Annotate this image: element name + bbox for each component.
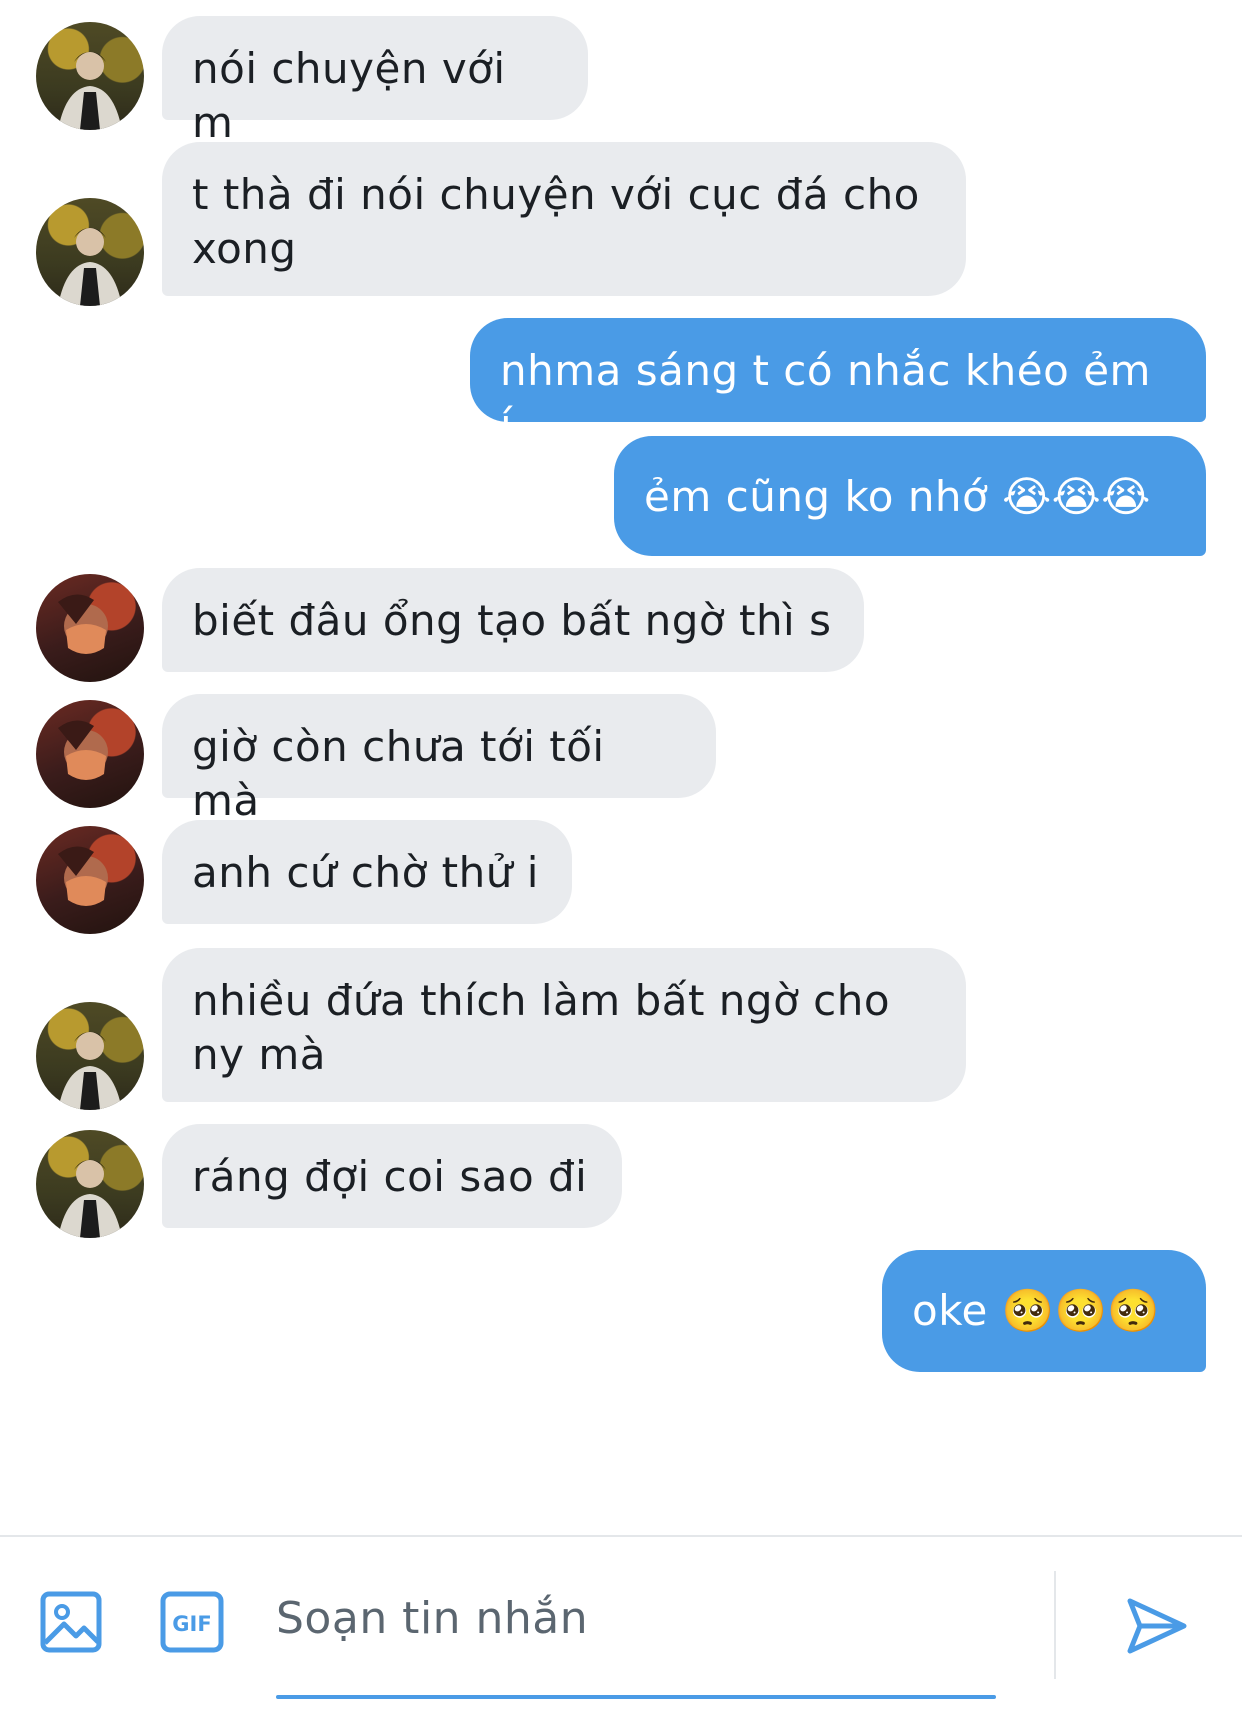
message-text: oke 🥺🥺🥺 xyxy=(912,1286,1161,1335)
message-text: nhiều đứa thích làm bất ngờ cho ny mà xyxy=(192,976,891,1079)
avatar[interactable] xyxy=(36,574,144,682)
message-text: giờ còn chưa tới tối mà xyxy=(192,722,605,825)
send-icon[interactable] xyxy=(1126,1595,1188,1657)
message-composer: GIF Soạn tin nhắn xyxy=(0,1535,1242,1713)
message-bubble[interactable]: nhiều đứa thích làm bất ngờ cho ny mà xyxy=(162,948,966,1102)
image-icon[interactable] xyxy=(40,1591,102,1653)
message-bubble[interactable]: anh cứ chờ thử i xyxy=(162,820,572,924)
message-bubble[interactable]: ẻm cũng ko nhớ 😭😭😭 xyxy=(614,436,1206,556)
message-bubble[interactable]: t thà đi nói chuyện với cục đá cho xong xyxy=(162,142,966,296)
message-text: ráng đợi coi sao đi xyxy=(192,1152,588,1201)
avatar[interactable] xyxy=(36,198,144,306)
avatar[interactable] xyxy=(36,1130,144,1238)
message-input[interactable]: Soạn tin nhắn xyxy=(276,1593,588,1644)
message-text: ẻm cũng ko nhớ 😭😭😭 xyxy=(644,472,1151,521)
message-bubble[interactable]: giờ còn chưa tới tối mà xyxy=(162,694,716,825)
message-text: anh cứ chờ thử i xyxy=(192,848,539,897)
message-bubble[interactable]: ráng đợi coi sao đi xyxy=(162,1124,622,1228)
avatar[interactable] xyxy=(36,1002,144,1110)
message-bubble[interactable]: biết đâu ổng tạo bất ngờ thì s xyxy=(162,568,864,672)
message-text: t thà đi nói chuyện với cục đá cho xong xyxy=(192,170,920,273)
message-thread[interactable]: nói chuyện với m t thà đi nói chuyện với… xyxy=(0,0,1242,1535)
input-underline xyxy=(276,1695,996,1699)
avatar[interactable] xyxy=(36,700,144,808)
message-text: nói chuyện với m xyxy=(192,44,506,147)
avatar[interactable] xyxy=(36,22,144,130)
gif-label: GIF xyxy=(172,1612,211,1636)
message-text: biết đâu ổng tạo bất ngờ thì s xyxy=(192,596,832,645)
message-bubble[interactable]: oke 🥺🥺🥺 xyxy=(882,1250,1206,1372)
message-bubble[interactable]: nói chuyện với m xyxy=(162,16,588,147)
avatar[interactable] xyxy=(36,826,144,934)
message-text: nhma sáng t có nhắc khéo ẻm í xyxy=(500,346,1151,449)
divider xyxy=(1054,1571,1056,1679)
message-bubble[interactable]: nhma sáng t có nhắc khéo ẻm í xyxy=(470,318,1206,449)
gif-icon[interactable]: GIF xyxy=(160,1591,224,1653)
